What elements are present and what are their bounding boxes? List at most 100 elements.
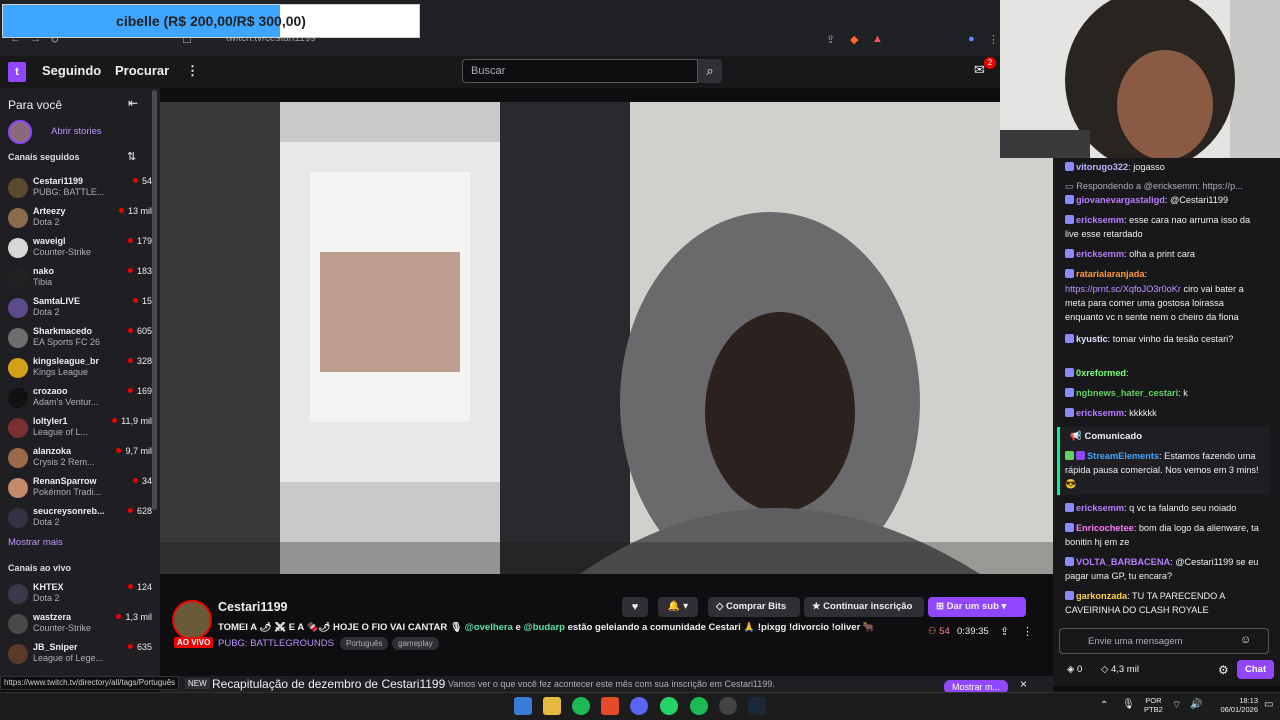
channel-avatar (8, 614, 28, 634)
sidebar-channel[interactable]: waveigl Counter-Strike 179 (8, 236, 152, 264)
emote-picker-icon[interactable]: ☺ (1240, 634, 1251, 646)
whatsapp-icon[interactable] (660, 697, 678, 715)
chat-username[interactable]: VOLTA_BARBACENA (1076, 557, 1170, 567)
reply-text[interactable]: Respondendo a @ericksemm: https://p... (1076, 181, 1243, 191)
sidebar-channel[interactable]: Arteezy Dota 2 13 mil (8, 206, 152, 234)
close-icon[interactable]: × (1020, 677, 1027, 691)
channel-avatar (8, 328, 28, 348)
spotify-icon[interactable] (572, 697, 590, 715)
sidebar-channel[interactable]: alanzoka Crysis 2 Rem... 9,7 mil (8, 446, 152, 474)
follow-heart-button[interactable]: ♥ (622, 597, 648, 617)
chat-username[interactable]: vitorugo322 (1076, 162, 1128, 172)
channel-avatar (8, 208, 28, 228)
input-language[interactable]: POR PTB2 (1144, 696, 1163, 714)
share-stream-icon[interactable]: ⇪ (1000, 625, 1009, 638)
announcement-user[interactable]: StreamElements (1087, 451, 1159, 461)
nav-more-icon[interactable]: ⋮ (186, 63, 199, 79)
share-icon[interactable]: ⇪ (826, 33, 835, 46)
channel-name: KHTEX (33, 582, 64, 592)
category-link[interactable]: PUBG: BATTLEGROUNDS (218, 638, 334, 649)
badge-icon (1076, 451, 1085, 460)
twitch-logo-icon[interactable]: t (8, 62, 26, 82)
sort-icon[interactable]: ⇅ (127, 150, 136, 163)
chat-username[interactable]: ratarialaranjada (1076, 269, 1144, 279)
tag-gameplay[interactable]: gameplay (392, 637, 439, 650)
sidebar-channel[interactable]: seucreysonreb... Dota 2 628 (8, 506, 152, 534)
menu-icon[interactable]: ⋮ (988, 33, 999, 46)
collapse-sidebar-icon[interactable]: ⇤ (128, 96, 138, 110)
chat-username[interactable]: ngbnews_hater_cestari (1076, 388, 1178, 398)
sidebar-channel[interactable]: SamtaLIVE Dota 2 15 (8, 296, 152, 324)
chat-settings-icon[interactable]: ⚙ (1218, 663, 1229, 677)
live-dot-icon (118, 208, 124, 213)
search-icon[interactable]: ⌕ (698, 59, 722, 83)
sidebar-channel[interactable]: Sharkmacedo EA Sports FC 26 605 (8, 326, 152, 354)
sidebar-channel[interactable]: loltyler1 League of L... 11,9 mil (8, 416, 152, 444)
sidebar-channel[interactable]: KHTEX Dota 2 124 (8, 582, 152, 610)
channel-game: PUBG: BATTLE... (33, 187, 105, 197)
chat-message: ngbnews_hater_cestari: k (1065, 386, 1263, 400)
mic-icon[interactable]: 🎙 (1122, 699, 1135, 710)
sidebar-channel[interactable]: RenanSparrow Pokémon Tradi... 34 (8, 476, 152, 504)
channel-name[interactable]: Cestari1199 (218, 600, 288, 614)
wifi-icon[interactable]: ⌔ (1172, 699, 1181, 712)
file-explorer-icon[interactable] (543, 697, 561, 715)
video-player[interactable] (160, 102, 1053, 574)
open-stories-link[interactable]: Abrir stories (51, 126, 102, 137)
brave-shield-icon[interactable]: ◆ (850, 33, 858, 46)
nav-following[interactable]: Seguindo (42, 63, 101, 78)
volume-icon[interactable]: 🔊 (1190, 699, 1202, 710)
buy-bits-button[interactable]: ◇ Comprar Bits (708, 597, 800, 617)
channel-avatar[interactable] (172, 600, 212, 640)
channel-points[interactable]: ◈ 0 (1067, 664, 1082, 675)
obs-icon[interactable] (719, 697, 737, 715)
recap-show-more-button[interactable]: Mostrar m... (944, 680, 1009, 692)
chat-username[interactable]: garkonzada (1076, 591, 1127, 601)
extension-icon[interactable]: ● (968, 33, 975, 45)
clock[interactable]: 18:13 06/01/2026 (1208, 696, 1258, 714)
chat-username[interactable]: giovanevargastaligd (1076, 195, 1165, 205)
chat-username[interactable]: Enricochetee (1076, 523, 1134, 533)
bits-balance[interactable]: ◇ 4,3 mil (1101, 664, 1139, 675)
steam-icon[interactable] (748, 697, 766, 715)
live-badge: AO VIVO (174, 637, 214, 648)
chat-link[interactable]: https://prnt.sc/XqfoJO3r0oKr (1065, 284, 1181, 294)
sidebar-channel[interactable]: JB_Sniper League of Lege... 635 (8, 642, 152, 670)
chat-username[interactable]: 0xreformed (1076, 368, 1126, 378)
stream-title-mention1[interactable]: @ovelhera (465, 622, 513, 633)
chat-send-button[interactable]: Chat (1237, 660, 1275, 679)
tray-chevron-icon[interactable]: ⌃ (1100, 700, 1108, 711)
chat-username[interactable]: ericksemm (1076, 408, 1124, 418)
stream-title-mention2[interactable]: @budarp (523, 622, 564, 633)
discord-icon[interactable] (630, 697, 648, 715)
chat-username[interactable]: kyustic (1076, 334, 1108, 344)
sidebar-channel[interactable]: nako Tibia 183 (8, 266, 152, 294)
more-options-icon[interactable]: ⋮ (1022, 625, 1033, 638)
search-input[interactable]: Buscar (462, 59, 698, 83)
tag-portugues[interactable]: Português (340, 637, 389, 650)
badge-icon (1065, 388, 1074, 397)
notifications-bell-button[interactable]: 🔔 ▾ (658, 597, 698, 617)
show-more-link[interactable]: Mostrar mais (8, 537, 63, 548)
notifications-icon[interactable]: ▭ (1264, 699, 1273, 710)
sidebar-channel[interactable]: Cestari1199 PUBG: BATTLE... 54 (8, 176, 152, 204)
sidebar-channel[interactable]: wastzera Counter-Strike 1,3 mil (8, 612, 152, 640)
rewards-icon[interactable]: ▲ (872, 33, 883, 45)
gift-sub-button[interactable]: ⊞ Dar um sub ▾ (928, 597, 1026, 617)
chat-username[interactable]: ericksemm (1076, 249, 1124, 259)
sidebar-channel[interactable]: crozaoo Adam's Ventur... 169 (8, 386, 152, 414)
chat-username[interactable]: ericksemm (1076, 215, 1124, 225)
windows-start-icon[interactable] (514, 697, 532, 715)
message-text: jogasso (1133, 162, 1165, 172)
chat-username[interactable]: ericksemm (1076, 503, 1124, 513)
chat-input[interactable]: Envie uma mensagem ☺ (1059, 628, 1269, 654)
brave-browser-icon[interactable] (601, 697, 619, 715)
spotify-icon[interactable] (690, 697, 708, 715)
continue-sub-button[interactable]: ★ Continuar inscrição (804, 597, 924, 617)
nav-browse[interactable]: Procurar (115, 63, 169, 78)
announcement-label-text: Comunicado (1084, 431, 1142, 442)
stories-avatar[interactable] (8, 120, 32, 144)
sidebar-channel[interactable]: kingsleague_br Kings League 328 (8, 356, 152, 384)
viewer-count-value: 169 (136, 386, 152, 396)
sidebar-scrollbar[interactable] (152, 90, 157, 510)
